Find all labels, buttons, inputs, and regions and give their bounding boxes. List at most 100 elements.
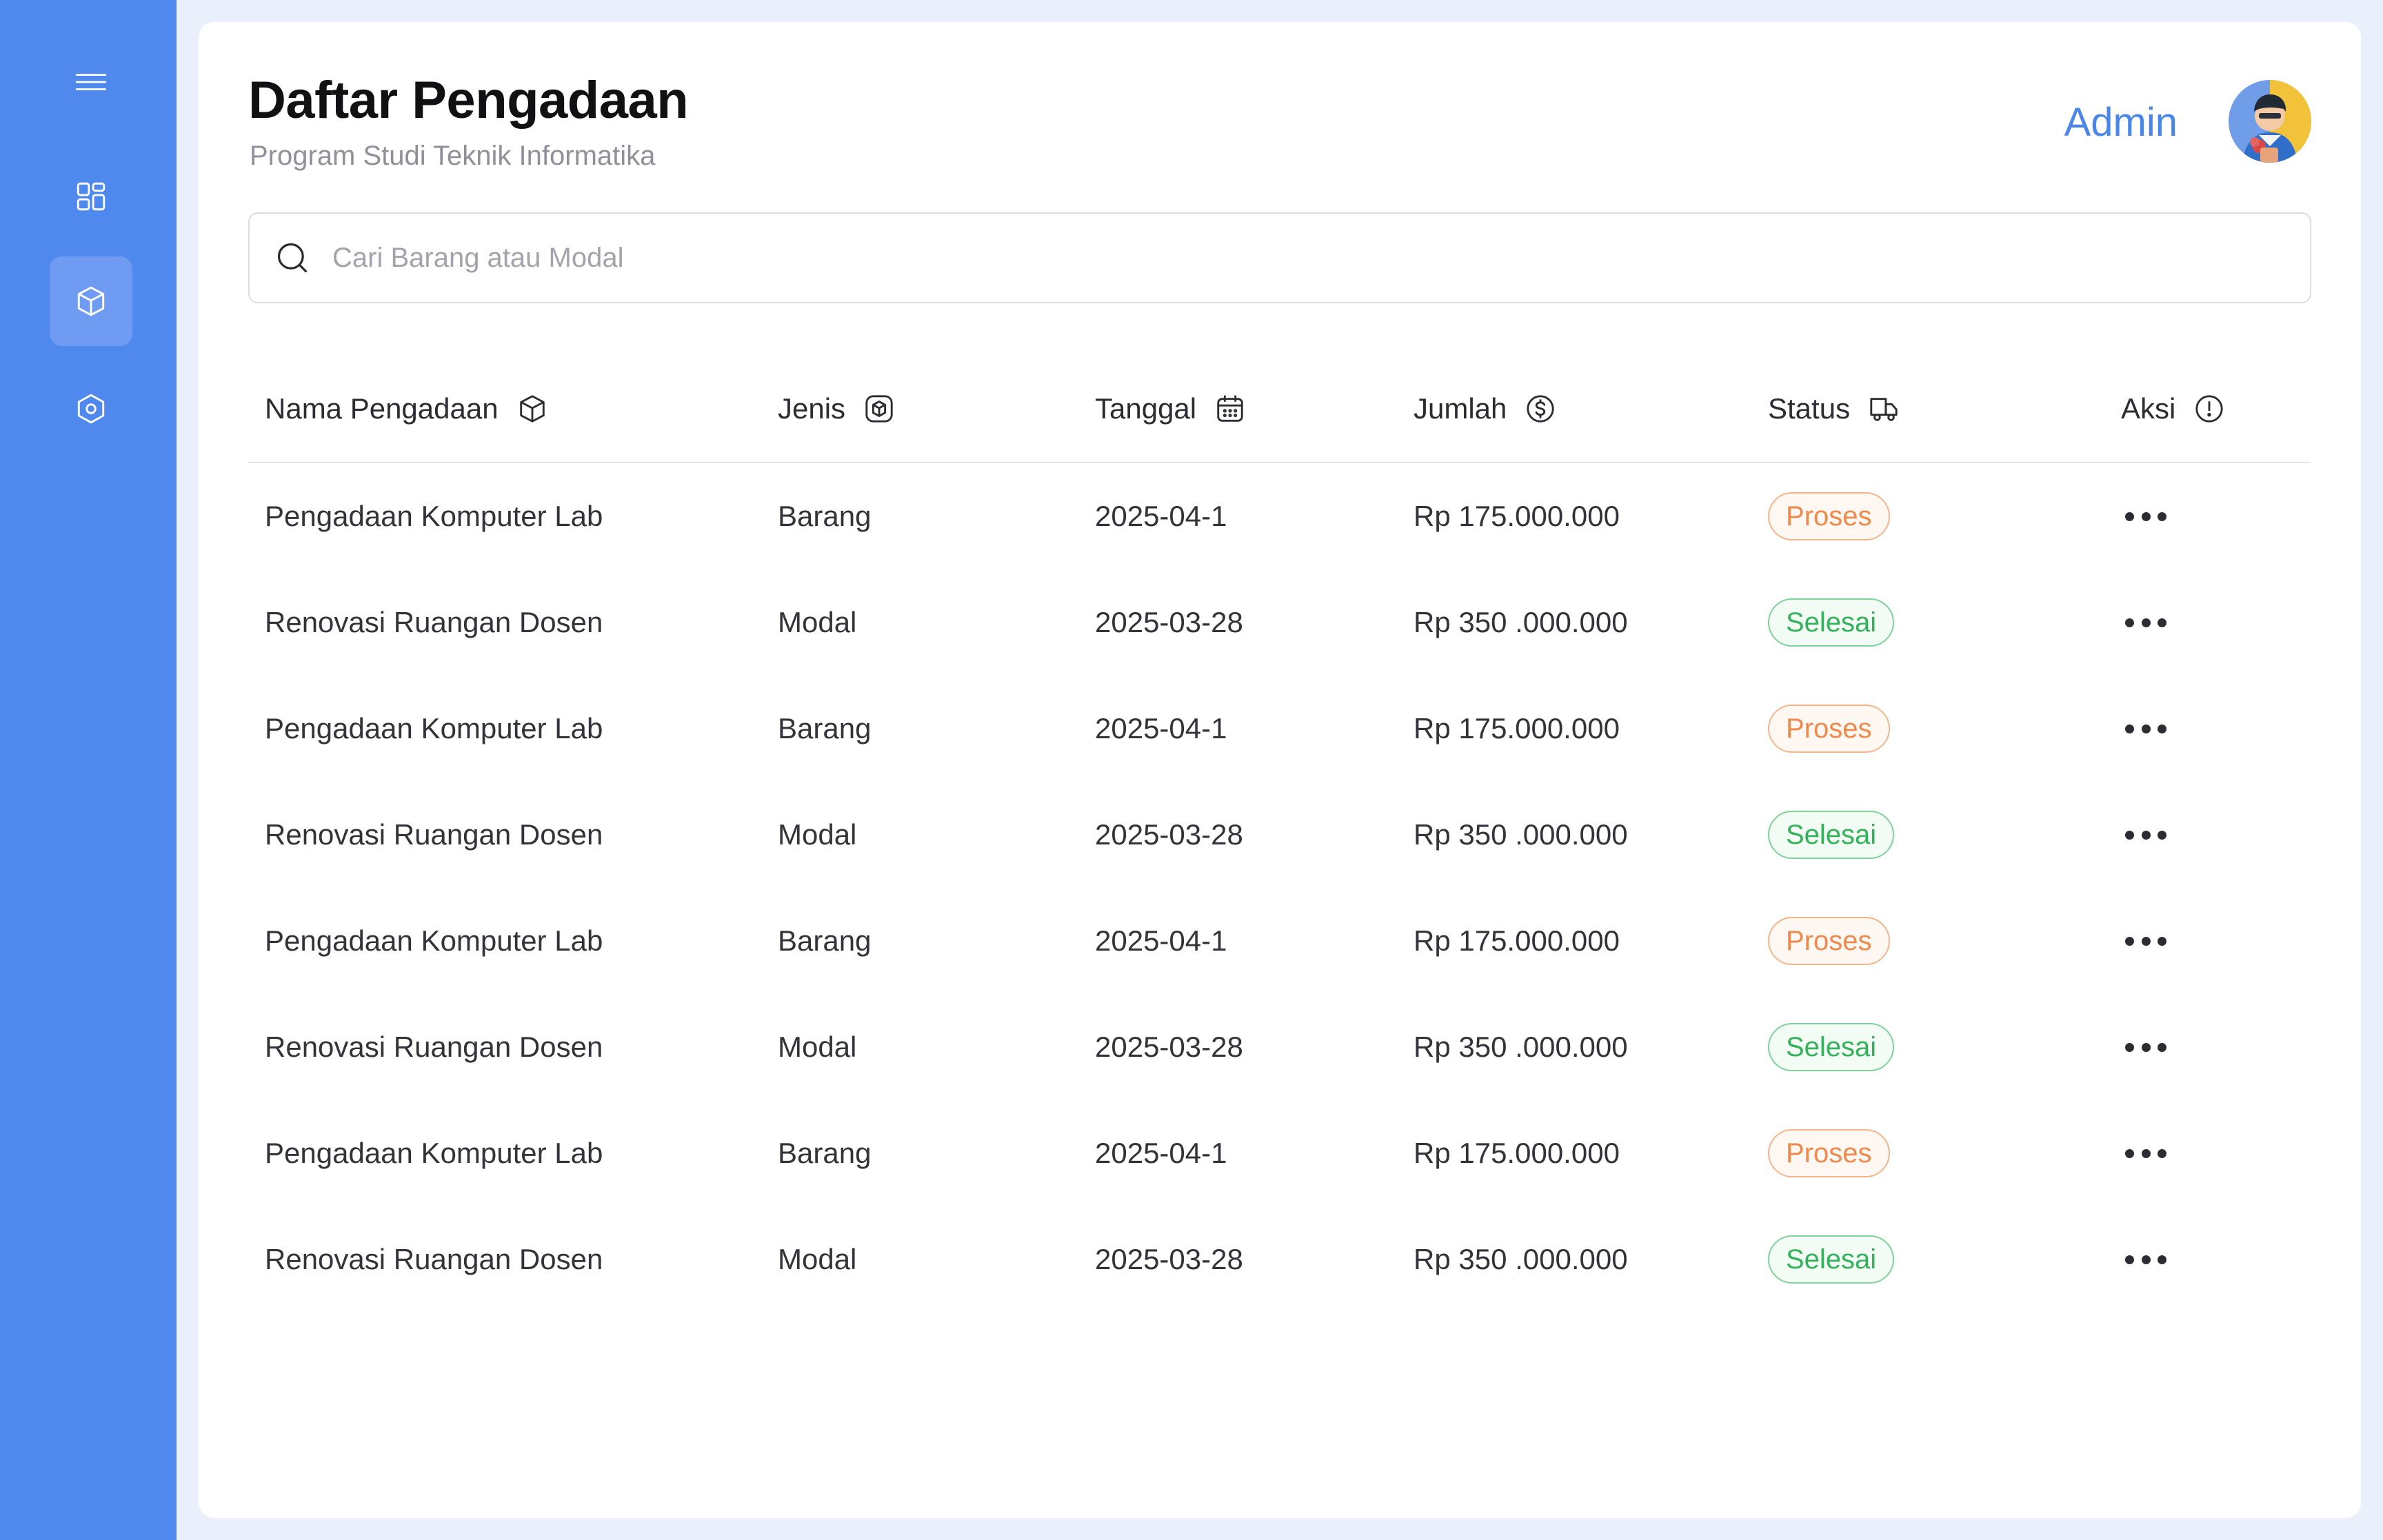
cell-name: Renovasi Ruangan Dosen <box>265 818 603 851</box>
cell-status: Selesai <box>1768 569 1895 676</box>
search-bar[interactable] <box>248 212 2311 303</box>
cell-actions <box>2121 676 2171 782</box>
cell-type: Modal <box>778 1243 857 1275</box>
cell-amount: Rp 350 .000.000 <box>1414 818 1628 851</box>
table-row[interactable]: Pengadaan Komputer Lab Barang 2025-04-1 … <box>248 1100 2311 1206</box>
more-actions-button[interactable] <box>2121 1139 2171 1167</box>
cell-status: Proses <box>1768 463 1890 569</box>
more-dots-icon <box>2125 724 2134 733</box>
status-badge: Selesai <box>1768 1023 1895 1071</box>
cell-amount: Rp 175.000.000 <box>1414 712 1620 744</box>
more-dots-icon <box>2125 1042 2134 1052</box>
cell-actions <box>2121 463 2171 569</box>
table-row[interactable]: Renovasi Ruangan Dosen Modal 2025-03-28 … <box>248 782 2311 888</box>
cell-type: Modal <box>778 606 857 638</box>
cell-date: 2025-04-1 <box>1095 712 1227 744</box>
status-badge: Proses <box>1768 917 1890 965</box>
search-icon <box>277 243 308 273</box>
truck-icon <box>1870 398 1898 421</box>
calendar-icon <box>1217 395 1243 422</box>
more-dots-icon <box>2125 936 2134 946</box>
status-badge: Selesai <box>1768 811 1895 859</box>
info-circle-icon <box>2195 395 2224 423</box>
sidebar <box>0 0 177 1540</box>
cell-name: Renovasi Ruangan Dosen <box>265 1243 603 1275</box>
cell-actions <box>2121 569 2171 676</box>
sidebar-item-procurement[interactable] <box>50 256 132 346</box>
procurement-table: Nama Pengadaan Jenis Tanggal Jumlah Stat… <box>248 356 2311 1313</box>
more-actions-button[interactable] <box>2121 1033 2171 1061</box>
cell-type: Barang <box>778 712 872 744</box>
cell-status: Selesai <box>1768 994 1895 1100</box>
cell-date: 2025-04-1 <box>1095 1137 1227 1169</box>
more-dots-icon <box>2125 830 2134 840</box>
main-panel: Daftar Pengadaan Program Studi Teknik In… <box>199 22 2361 1518</box>
hamburger-menu-icon <box>75 74 107 90</box>
more-dots-icon <box>2125 1255 2134 1264</box>
table-row[interactable]: Renovasi Ruangan Dosen Modal 2025-03-28 … <box>248 994 2311 1100</box>
status-badge: Selesai <box>1768 1235 1895 1284</box>
avatar[interactable] <box>2229 80 2311 163</box>
cell-name: Renovasi Ruangan Dosen <box>265 1031 603 1063</box>
cell-date: 2025-03-28 <box>1095 1031 1243 1063</box>
page-title: Daftar Pengadaan <box>248 71 689 130</box>
cell-name: Pengadaan Komputer Lab <box>265 712 603 744</box>
cell-type: Modal <box>778 1031 857 1063</box>
search-input[interactable] <box>332 242 2263 274</box>
more-actions-button[interactable] <box>2121 1246 2171 1273</box>
menu-button[interactable] <box>50 37 132 127</box>
cell-date: 2025-03-28 <box>1095 606 1243 638</box>
dashboard-grid-icon <box>77 182 105 211</box>
status-badge: Proses <box>1768 492 1890 540</box>
sidebar-item-settings[interactable] <box>50 364 132 454</box>
cell-name: Pengadaan Komputer Lab <box>265 924 603 957</box>
status-badge: Proses <box>1768 1129 1890 1177</box>
table-row[interactable]: Pengadaan Komputer Lab Barang 2025-04-1 … <box>248 463 2311 569</box>
column-header-date[interactable]: Tanggal <box>1095 356 1246 462</box>
table-body: Pengadaan Komputer Lab Barang 2025-04-1 … <box>248 463 2311 1313</box>
column-header-name[interactable]: Nama Pengadaan <box>265 356 548 462</box>
cell-date: 2025-04-1 <box>1095 924 1227 957</box>
cell-type: Barang <box>778 500 872 532</box>
cell-type: Barang <box>778 924 872 957</box>
column-header-status[interactable]: Status <box>1768 356 1900 462</box>
table-row[interactable]: Pengadaan Komputer Lab Barang 2025-04-1 … <box>248 676 2311 782</box>
column-header-type[interactable]: Jenis <box>778 356 895 462</box>
cell-status: Selesai <box>1768 1206 1895 1313</box>
more-dots-icon <box>2125 511 2134 521</box>
column-header-actions[interactable]: Aksi <box>2121 356 2225 462</box>
cell-actions <box>2121 994 2171 1100</box>
cell-amount: Rp 350 .000.000 <box>1414 1243 1628 1275</box>
cell-name: Pengadaan Komputer Lab <box>265 500 603 532</box>
cell-status: Selesai <box>1768 782 1895 888</box>
cell-date: 2025-03-28 <box>1095 818 1243 851</box>
user-name[interactable]: Admin <box>2064 99 2178 145</box>
cell-amount: Rp 175.000.000 <box>1414 1137 1620 1169</box>
category-box-icon <box>865 395 893 423</box>
status-badge: Selesai <box>1768 598 1895 647</box>
more-actions-button[interactable] <box>2121 609 2171 636</box>
user-avatar-icon <box>2229 80 2311 163</box>
more-dots-icon <box>2125 618 2134 627</box>
cell-amount: Rp 175.000.000 <box>1414 500 1620 532</box>
cell-amount: Rp 350 .000.000 <box>1414 1031 1628 1063</box>
table-row[interactable]: Pengadaan Komputer Lab Barang 2025-04-1 … <box>248 888 2311 994</box>
hexagon-settings-icon <box>77 394 105 424</box>
sidebar-item-dashboard[interactable] <box>50 152 132 241</box>
status-badge: Proses <box>1768 705 1890 753</box>
more-actions-button[interactable] <box>2121 821 2171 849</box>
cell-actions <box>2121 1100 2171 1206</box>
cell-name: Renovasi Ruangan Dosen <box>265 606 603 638</box>
cell-date: 2025-03-28 <box>1095 1243 1243 1275</box>
more-actions-button[interactable] <box>2121 715 2171 742</box>
cell-amount: Rp 175.000.000 <box>1414 924 1620 957</box>
table-header: Nama Pengadaan Jenis Tanggal Jumlah Stat… <box>248 356 2311 463</box>
more-actions-button[interactable] <box>2121 503 2171 530</box>
box-icon <box>77 286 105 316</box>
column-header-amount[interactable]: Jumlah <box>1414 356 1556 462</box>
table-row[interactable]: Renovasi Ruangan Dosen Modal 2025-03-28 … <box>248 1206 2311 1313</box>
cell-date: 2025-04-1 <box>1095 500 1227 532</box>
more-dots-icon <box>2125 1148 2134 1158</box>
more-actions-button[interactable] <box>2121 927 2171 955</box>
table-row[interactable]: Renovasi Ruangan Dosen Modal 2025-03-28 … <box>248 569 2311 676</box>
